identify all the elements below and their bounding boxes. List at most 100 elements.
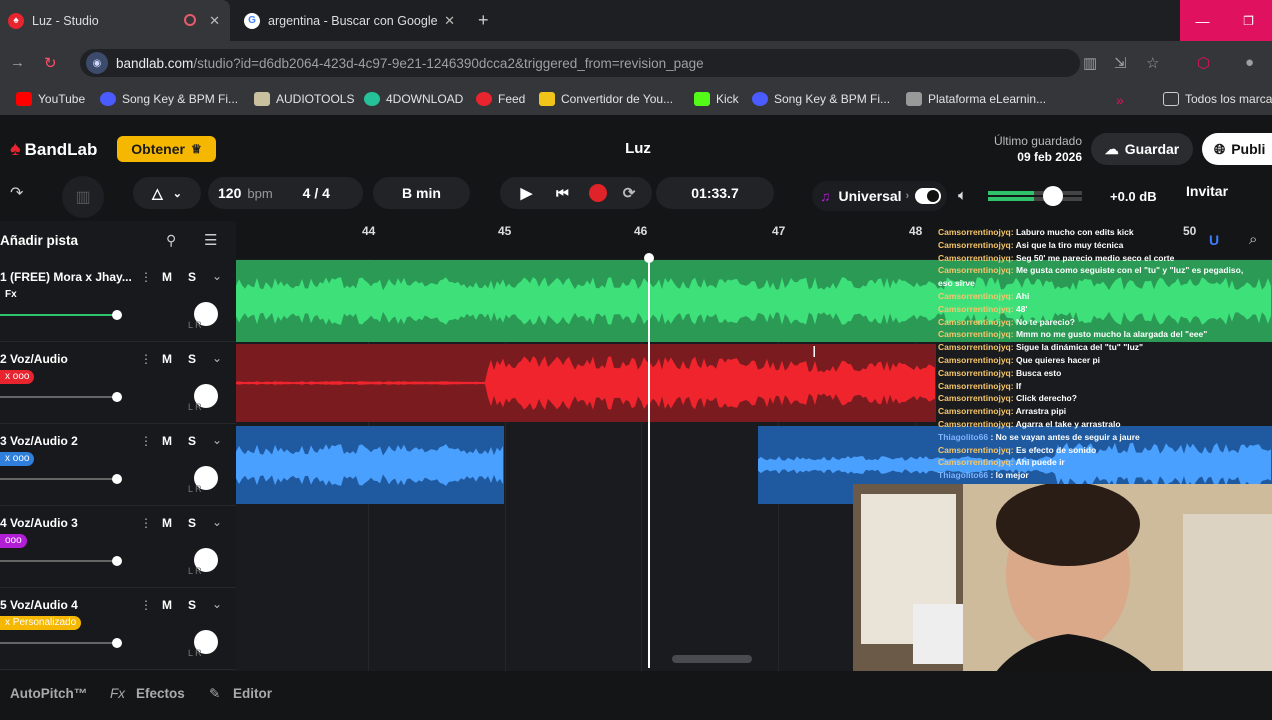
- close-tab-icon[interactable]: ✕: [209, 13, 220, 29]
- track-name[interactable]: 1 (FREE) Mora x Jhay...: [0, 270, 132, 284]
- chevron-down-icon[interactable]: ⌄: [212, 269, 222, 283]
- mute-button[interactable]: M: [162, 270, 172, 284]
- metronome-control[interactable]: △ ⌄: [133, 177, 201, 209]
- mixer-settings-icon[interactable]: ☰: [204, 231, 217, 249]
- track-name[interactable]: 5 Voz/Audio 4: [0, 598, 78, 612]
- tab-google-search[interactable]: G argentina - Buscar con Google ✕: [240, 0, 465, 41]
- mute-button[interactable]: M: [162, 352, 172, 366]
- solo-button[interactable]: S: [188, 598, 196, 612]
- track-name[interactable]: 4 Voz/Audio 3: [0, 516, 78, 530]
- track-volume-thumb[interactable]: [112, 392, 122, 402]
- redo-icon[interactable]: ↷: [10, 183, 23, 203]
- fx-badge[interactable]: x ooo: [0, 452, 35, 466]
- bookmarks-overflow-icon[interactable]: »: [1116, 92, 1124, 108]
- track-name[interactable]: 2 Voz/Audio: [0, 352, 68, 366]
- profile-avatar-icon[interactable]: ●: [1245, 54, 1254, 71]
- tab-luz-studio[interactable]: ♠ Luz - Studio ✕: [0, 0, 230, 41]
- instruments-icon[interactable]: ▥: [62, 176, 104, 218]
- bookmark-convertidor[interactable]: Convertidor de You...: [539, 92, 673, 106]
- bookmark-audiotools[interactable]: AUDIOTOOLS: [254, 92, 354, 106]
- play-icon[interactable]: ▶: [521, 184, 533, 202]
- record-icon[interactable]: [588, 184, 607, 202]
- get-membership-button[interactable]: Obtener ♕: [117, 136, 216, 162]
- autopitch-button[interactable]: AutoPitch™: [10, 686, 87, 701]
- extensions-icon[interactable]: ⬡: [1197, 54, 1210, 72]
- speaker-icon[interactable]: 🔈︎: [958, 187, 967, 204]
- track-volume-slider[interactable]: [0, 310, 122, 320]
- add-track-button[interactable]: Añadir pista: [0, 233, 78, 248]
- publish-button[interactable]: 🌐︎ Publi: [1202, 133, 1272, 165]
- key-selector[interactable]: B min: [373, 177, 470, 209]
- track-header[interactable]: 4 Voz/Audio 3 ⋮ M S ⌄ ooo L R: [0, 506, 236, 588]
- effects-button[interactable]: Efectos: [136, 686, 185, 701]
- track-volume-thumb[interactable]: [112, 310, 122, 320]
- fx-badge[interactable]: ooo: [0, 534, 27, 548]
- solo-button[interactable]: S: [188, 352, 196, 366]
- site-info-icon[interactable]: ◉: [86, 52, 108, 74]
- save-button[interactable]: ☁ Guardar: [1091, 133, 1193, 165]
- loop-icon[interactable]: ⟳: [623, 184, 636, 202]
- track-header[interactable]: 1 (FREE) Mora x Jhay... ⋮ M S ⌄ Fx L R: [0, 260, 236, 342]
- instrument-selector[interactable]: ♫ Universal ›: [812, 181, 947, 211]
- invite-button[interactable]: Invitar: [1186, 183, 1228, 199]
- region-track-2[interactable]: [236, 344, 936, 422]
- track-header[interactable]: 3 Voz/Audio 2 ⋮ M S ⌄ x ooo L R: [0, 424, 236, 506]
- mute-button[interactable]: M: [162, 516, 172, 530]
- skip-to-start-icon[interactable]: ⏮: [556, 185, 569, 202]
- master-volume-slider[interactable]: [988, 186, 1082, 206]
- bookmark-kick[interactable]: Kick: [694, 92, 739, 106]
- chevron-down-icon[interactable]: ⌄: [212, 597, 222, 611]
- instrument-toggle[interactable]: [915, 188, 942, 204]
- forward-icon[interactable]: →: [10, 54, 25, 71]
- playhead[interactable]: [648, 256, 650, 668]
- track-volume-thumb[interactable]: [112, 474, 122, 484]
- bookmark-plataforma[interactable]: Plataforma eLearnin...: [906, 92, 1046, 106]
- chevron-down-icon[interactable]: ⌄: [212, 515, 222, 529]
- track-header[interactable]: 2 Voz/Audio ⋮ M S ⌄ x ooo L R: [0, 342, 236, 424]
- bookmark-song-key[interactable]: Song Key & BPM Fi...: [100, 92, 238, 106]
- tempo-timesig-control[interactable]: 120 bpm 4 / 4: [208, 177, 363, 209]
- solo-button[interactable]: S: [188, 434, 196, 448]
- tempo-value[interactable]: 120: [218, 185, 241, 201]
- track-menu-icon[interactable]: ⋮: [140, 352, 152, 366]
- master-volume-thumb[interactable]: [1043, 186, 1063, 206]
- track-volume-slider[interactable]: [0, 638, 122, 648]
- chevron-down-icon[interactable]: ⌄: [212, 433, 222, 447]
- mute-button[interactable]: M: [162, 434, 172, 448]
- region-track-3a[interactable]: [236, 426, 504, 504]
- track-volume-slider[interactable]: [0, 556, 122, 566]
- fx-badge[interactable]: x Personalizado: [0, 616, 82, 630]
- install-app-icon[interactable]: ⇲: [1114, 54, 1127, 72]
- track-volume-thumb[interactable]: [112, 638, 122, 648]
- tuner-icon[interactable]: ⚲: [166, 232, 176, 249]
- bookmark-4download[interactable]: 4DOWNLOAD: [364, 92, 463, 106]
- bookmark-youtube[interactable]: YouTube: [16, 92, 85, 106]
- track-menu-icon[interactable]: ⋮: [140, 516, 152, 530]
- chevron-down-icon[interactable]: ⌄: [212, 351, 222, 365]
- solo-button[interactable]: S: [188, 516, 196, 530]
- solo-button[interactable]: S: [188, 270, 196, 284]
- track-name[interactable]: 3 Voz/Audio 2: [0, 434, 78, 448]
- editor-button[interactable]: Editor: [233, 686, 272, 701]
- new-tab-icon[interactable]: +: [478, 10, 489, 31]
- track-volume-thumb[interactable]: [112, 556, 122, 566]
- fx-badge[interactable]: x ooo: [0, 370, 35, 384]
- fx-badge[interactable]: Fx: [0, 288, 22, 302]
- horizontal-scrollbar[interactable]: [672, 655, 752, 663]
- minimize-window-icon[interactable]: —: [1180, 0, 1225, 41]
- track-menu-icon[interactable]: ⋮: [140, 270, 152, 284]
- restore-window-icon[interactable]: ❐: [1225, 0, 1272, 41]
- bookmark-star-icon[interactable]: ☆: [1146, 54, 1159, 72]
- track-volume-slider[interactable]: [0, 474, 122, 484]
- project-title[interactable]: Luz: [610, 140, 666, 157]
- track-volume-slider[interactable]: [0, 392, 122, 402]
- reload-icon[interactable]: ↻: [44, 54, 57, 72]
- bookmark-all-folder[interactable]: Todos los marca: [1163, 92, 1272, 106]
- mute-button[interactable]: M: [162, 598, 172, 612]
- bookmark-song-key-2[interactable]: Song Key & BPM Fi...: [752, 92, 890, 106]
- address-bar[interactable]: ◉ bandlab.com/studio?id=d6db2064-423d-4c…: [80, 49, 1080, 77]
- playhead-handle[interactable]: [644, 253, 654, 263]
- close-tab-icon[interactable]: ✕: [444, 13, 455, 29]
- bandlab-logo[interactable]: ♠ BandLab: [10, 138, 97, 161]
- track-header[interactable]: 5 Voz/Audio 4 ⋮ M S ⌄ x Personalizado L R: [0, 588, 236, 670]
